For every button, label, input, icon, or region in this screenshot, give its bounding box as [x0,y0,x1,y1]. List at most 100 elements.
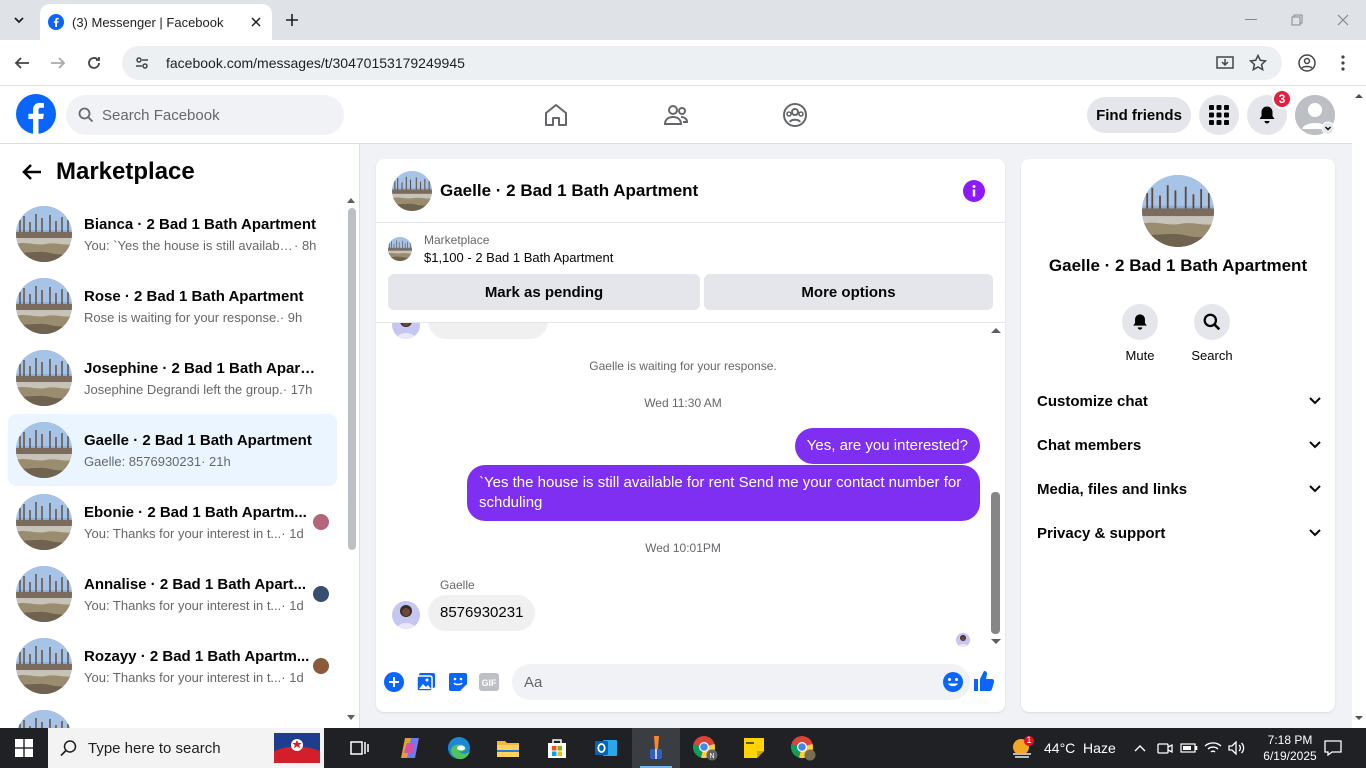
weather-widget[interactable]: 1 44°C Haze [1010,728,1116,768]
plus-icon[interactable] [383,671,405,693]
conversation-name: Rozayy · 2 Bad 1 Bath Apartm... [84,647,310,665]
chat-title[interactable]: Gaelle · 2 Bad 1 Bath Apartment [440,181,698,201]
conversation-item[interactable]: Rozayy · 2 Bad 1 Bath Apartm... You: Than… [8,630,337,702]
mark-as-pending-button[interactable]: Mark as pending [388,274,700,310]
svg-text:GIF: GIF [482,678,498,688]
browser-menu-icon[interactable] [1328,48,1358,78]
conversation-avatar [16,710,72,728]
media-files-links-row[interactable]: Media, files and links [1037,471,1321,507]
taskbar-clock[interactable]: 7:18 PM 6/19/2025 [1258,732,1322,764]
facebook-header: Find friends [0,86,1352,144]
account-avatar[interactable] [1295,95,1335,135]
gif-icon[interactable]: GIF [478,671,500,693]
taskbar-search[interactable]: Type here to search [48,728,324,768]
conversation-item[interactable]: Matt · 2 Bad 1 Bath Apartment [8,702,337,728]
sidebar-scrollbar[interactable] [346,194,356,724]
customize-chat-row[interactable]: Customize chat [1037,383,1321,419]
thumbs-up-icon[interactable] [972,669,996,693]
notification-center-icon[interactable] [1322,728,1344,768]
search-in-chat-button[interactable]: Search [1182,304,1242,363]
chrome-icon[interactable] [779,728,827,768]
message-bubble-outgoing[interactable]: Yes, are you interested? [794,428,980,464]
bookmark-star-icon[interactable] [1243,48,1273,78]
app-taskbar-icon[interactable] [632,728,680,768]
sticker-icon[interactable] [447,671,469,693]
back-icon[interactable] [8,49,36,77]
message-bubble-incoming[interactable] [428,323,548,339]
weather-badge: 1 [1026,735,1032,745]
sticky-notes-icon[interactable] [730,728,778,768]
meet-now-icon[interactable] [1154,728,1176,768]
conversation-item[interactable]: Josephine · 2 Bad 1 Bath Apartm... Joseph… [8,342,337,414]
timestamp: Wed 10:01PM [645,541,721,555]
groups-icon[interactable] [778,98,812,132]
message-composer[interactable] [512,664,970,700]
chat-avatar[interactable] [392,171,432,211]
minimize-icon[interactable] [1228,0,1274,40]
conversation-name: Josephine · 2 Bad 1 Bath Apartm... [84,359,320,377]
sender-avatar[interactable] [392,601,420,629]
site-settings-icon[interactable] [134,54,152,72]
reload-icon[interactable] [80,49,108,77]
conversation-avatar [16,494,72,550]
tray-chevron-up-icon[interactable] [1130,728,1150,768]
facebook-logo-icon[interactable] [16,94,56,134]
conversation-item[interactable]: Rose · 2 Bad 1 Bath Apartment Rose is wai… [8,270,337,342]
message-bubble-incoming[interactable]: 8576930231 [428,595,536,631]
message-input[interactable] [524,673,904,691]
conversation-time: · 1d [281,525,304,541]
url-field[interactable]: facebook.com/messages/t/3047015317924994… [122,46,1282,80]
file-explorer-icon[interactable] [484,728,532,768]
profile-icon[interactable] [1292,48,1322,78]
task-view-icon[interactable] [336,728,384,768]
copilot-icon[interactable] [386,728,434,768]
windows-start-icon[interactable] [0,728,48,768]
message-bubble-outgoing[interactable]: `Yes the house is still available for re… [467,465,980,521]
conversation-sidebar: Marketplace Bianca · 2 Bad 1 Bath Apartm… [0,144,360,728]
forward-icon[interactable] [44,49,72,77]
back-arrow-icon[interactable] [16,156,48,188]
info-avatar[interactable] [1142,175,1214,247]
conversation-time: · 9h [279,309,303,325]
close-tab-icon[interactable] [248,14,264,30]
search-input[interactable] [102,106,322,124]
privacy-support-row[interactable]: Privacy & support [1037,515,1321,551]
microsoft-store-icon[interactable] [533,728,581,768]
conversation-item[interactable]: Bianca · 2 Bad 1 Bath Apartment You: `Yes… [8,198,337,270]
chat-members-row[interactable]: Chat members [1037,427,1321,463]
page-scrollbar[interactable] [1352,86,1366,728]
photo-icon[interactable] [415,671,437,693]
edge-icon[interactable] [435,728,483,768]
chat-scroll-thumb[interactable] [991,492,1000,634]
emoji-icon[interactable] [942,671,964,693]
more-options-button[interactable]: More options [704,274,993,310]
conversation-item[interactable]: Ebonie · 2 Bad 1 Bath Apartm... You: Than… [8,486,337,558]
conversation-preview: You: `Yes the house is still available .… [84,237,294,253]
conversation-preview: You: Thanks for your interest in t... [84,597,282,613]
info-icon[interactable] [963,180,985,202]
menu-grid-icon[interactable] [1199,95,1239,135]
home-icon[interactable] [539,98,573,132]
conversation-item[interactable]: Annalise · 2 Bad 1 Bath Apart... You: Tha… [8,558,337,630]
clock-time: 7:18 PM [1267,733,1313,747]
tab-search-dropdown[interactable] [6,7,32,33]
find-friends-button[interactable]: Find friends [1087,97,1191,133]
conversation-item[interactable]: Gaelle · 2 Bad 1 Bath Apartment Gaelle: 8… [8,414,337,486]
outlook-icon[interactable] [582,728,630,768]
browser-tab[interactable]: (3) Messenger | Facebook [40,4,272,40]
chrome-profile-icon[interactable]: N [681,728,729,768]
facebook-search[interactable] [66,95,344,135]
listing-summary[interactable]: Marketplace $1,100 - 2 Bad 1 Bath Apartm… [388,233,613,265]
install-app-icon[interactable] [1210,48,1240,78]
sidebar-scroll-thumb[interactable] [348,208,356,550]
conversation-preview: Rose is waiting for your response. [84,309,280,325]
chat-scrollbar[interactable] [990,322,1002,652]
wifi-icon[interactable] [1202,728,1224,768]
new-tab-button[interactable] [280,8,304,32]
battery-icon[interactable] [1178,728,1200,768]
volume-icon[interactable] [1226,728,1248,768]
close-window-icon[interactable] [1320,0,1366,40]
friends-icon[interactable] [659,98,693,132]
restore-icon[interactable] [1274,0,1320,40]
mute-button[interactable]: Mute [1110,304,1170,363]
